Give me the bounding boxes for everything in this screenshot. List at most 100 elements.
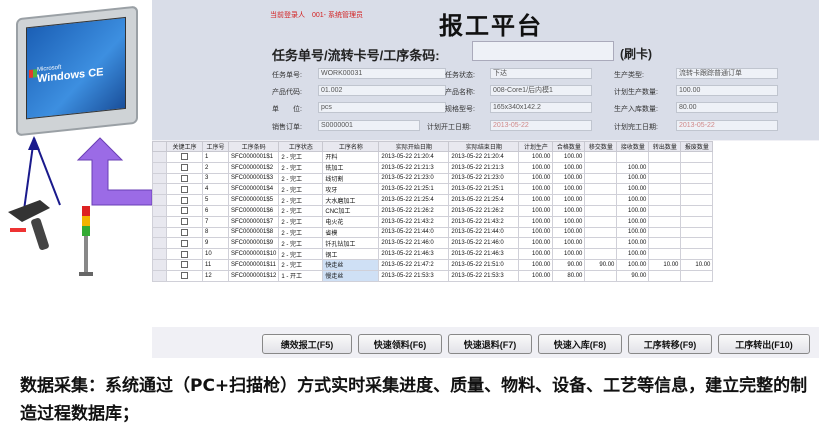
key-process-checkbox-cell[interactable] bbox=[166, 248, 203, 260]
key-process-checkbox-cell[interactable] bbox=[166, 258, 203, 271]
key-process-checkbox[interactable] bbox=[181, 207, 188, 215]
planned-qty-field[interactable]: 100.00 bbox=[676, 85, 778, 96]
connection-illustration bbox=[8, 136, 152, 276]
table-cell: 80.00 bbox=[552, 269, 586, 282]
column-header[interactable]: 工序号 bbox=[202, 141, 229, 152]
column-header[interactable]: 工序状态 bbox=[278, 141, 324, 152]
table-cell: 2 bbox=[202, 161, 229, 174]
table-cell bbox=[648, 248, 682, 260]
table-cell: 100.00 bbox=[616, 258, 650, 271]
key-process-checkbox-cell[interactable] bbox=[166, 172, 203, 185]
key-process-checkbox[interactable] bbox=[181, 196, 188, 204]
quick-stock-in-button[interactable]: 快速入库(F8) bbox=[538, 334, 622, 354]
row-header[interactable] bbox=[152, 237, 167, 250]
key-process-checkbox-cell[interactable] bbox=[166, 237, 203, 250]
row-header[interactable] bbox=[152, 269, 167, 282]
table-cell: 慢走丝 bbox=[322, 269, 380, 282]
key-process-checkbox-cell[interactable] bbox=[166, 269, 203, 282]
table-cell: 2 - 完工 bbox=[278, 151, 324, 163]
table-row[interactable]: 12 SFC0000001$12 1 - 开工 慢走丝 2013-05-22 21:53… bbox=[152, 269, 714, 282]
key-process-checkbox[interactable] bbox=[181, 239, 188, 247]
unit-field[interactable]: pcs bbox=[318, 102, 446, 113]
column-header[interactable]: 合格数量 bbox=[552, 141, 586, 152]
column-header[interactable]: 计划生产 bbox=[518, 141, 554, 152]
task-no-field[interactable]: WORK00031 bbox=[318, 68, 446, 79]
table-cell: 100.00 bbox=[552, 248, 586, 260]
key-process-checkbox-cell[interactable] bbox=[166, 161, 203, 174]
scan-input[interactable] bbox=[472, 41, 614, 61]
quick-return-button[interactable]: 快速退料(F7) bbox=[448, 334, 532, 354]
column-header[interactable]: 转出数量 bbox=[648, 141, 682, 152]
product-code-field[interactable]: 01.002 bbox=[318, 85, 446, 96]
row-header[interactable] bbox=[152, 226, 167, 239]
table-row[interactable]: 5 SFC0000001$5 2 - 完工 大水磨加工 2013-05-22 21:25… bbox=[152, 194, 714, 206]
key-process-checkbox-cell[interactable] bbox=[166, 194, 203, 206]
planned-end-field[interactable]: 2013-05-22 bbox=[676, 120, 778, 131]
key-process-checkbox[interactable] bbox=[181, 250, 188, 258]
table-cell: 100.00 bbox=[552, 215, 586, 228]
table-row[interactable]: 4 SFC0000001$4 2 - 完工 攻牙 2013-05-22 21:25:1 2… bbox=[152, 183, 714, 196]
table-row[interactable]: 10 SFC0000001$10 2 - 完工 钢工 2013-05-22 21:46:… bbox=[152, 248, 714, 260]
key-process-checkbox[interactable] bbox=[181, 228, 188, 236]
table-cell: 1 bbox=[202, 151, 229, 163]
key-process-checkbox-cell[interactable] bbox=[166, 226, 203, 239]
column-header[interactable]: 工序名称 bbox=[322, 141, 380, 152]
row-header[interactable] bbox=[152, 194, 167, 206]
column-header[interactable]: 工序条码 bbox=[227, 141, 280, 152]
key-process-checkbox[interactable] bbox=[181, 164, 188, 172]
column-header[interactable]: 实际结束日期 bbox=[448, 141, 520, 152]
process-out-button[interactable]: 工序转出(F10) bbox=[718, 334, 810, 354]
table-cell bbox=[584, 269, 618, 282]
table-row[interactable]: 9 SFC0000001$9 2 - 完工 钎孔钻加工 2013-05-22 21:46… bbox=[152, 237, 714, 250]
table-row[interactable]: 6 SFC0000001$6 2 - 完工 CNC加工 2013-05-22 21:26… bbox=[152, 204, 714, 217]
key-process-checkbox-cell[interactable] bbox=[166, 151, 203, 163]
row-header[interactable] bbox=[152, 215, 167, 228]
key-process-checkbox[interactable] bbox=[181, 272, 188, 280]
row-header[interactable] bbox=[152, 204, 167, 217]
key-process-checkbox-cell[interactable] bbox=[166, 183, 203, 196]
column-header[interactable]: 报废数量 bbox=[680, 141, 714, 152]
row-header[interactable] bbox=[152, 258, 167, 271]
table-row[interactable]: 3 SFC0000001$3 2 - 完工 线切割 2013-05-22 21:23:0… bbox=[152, 172, 714, 185]
field-label: 产品名称: bbox=[445, 89, 475, 96]
row-header[interactable] bbox=[152, 248, 167, 260]
quick-pick-button[interactable]: 快速领料(F6) bbox=[358, 334, 442, 354]
production-type-field[interactable]: 流转卡跟踪普通订单 bbox=[676, 68, 778, 79]
row-header[interactable] bbox=[152, 151, 167, 163]
table-row[interactable]: 11 SFC0000001$11 2 - 完工 快走丝 2013-05-22 21:47… bbox=[152, 258, 714, 271]
key-process-checkbox-cell[interactable] bbox=[166, 204, 203, 217]
row-header[interactable] bbox=[152, 172, 167, 185]
task-status-field[interactable]: 下达 bbox=[490, 68, 592, 79]
spec-field[interactable]: 165x340x142.2 bbox=[490, 102, 592, 113]
column-header[interactable]: 实际开始日期 bbox=[378, 141, 450, 152]
table-row[interactable]: 1 SFC0000001$1 2 - 完工 开料 2013-05-22 21:20:4 2… bbox=[152, 151, 714, 163]
key-process-checkbox[interactable] bbox=[181, 218, 188, 226]
key-process-checkbox[interactable] bbox=[181, 261, 188, 269]
product-name-field[interactable]: 008-Core1/后内模1 bbox=[490, 85, 592, 96]
table-cell: 100.00 bbox=[616, 226, 650, 239]
table-row[interactable]: 7 SFC0000001$7 2 - 完工 电火花 2013-05-22 21:43:2… bbox=[152, 215, 714, 228]
table-row[interactable]: 2 SFC0000001$2 2 - 完工 铣加工 2013-05-22 21:21:3… bbox=[152, 161, 714, 174]
key-process-checkbox[interactable] bbox=[181, 185, 188, 193]
table-cell: 2 - 完工 bbox=[278, 194, 324, 206]
column-header[interactable]: 移交数量 bbox=[584, 141, 618, 152]
key-process-checkbox[interactable] bbox=[181, 153, 188, 161]
planned-start-field[interactable]: 2013-05-22 bbox=[490, 120, 592, 131]
table-cell: 10.00 bbox=[648, 258, 682, 271]
table-cell: 90.00 bbox=[616, 269, 650, 282]
table-row[interactable]: 8 SFC0000001$8 2 - 完工 省模 2013-05-22 21:44:0 2… bbox=[152, 226, 714, 239]
table-cell bbox=[584, 215, 618, 228]
table-cell: 2013-05-22 21:46:3 bbox=[378, 248, 450, 260]
column-header[interactable]: 接收数量 bbox=[616, 141, 650, 152]
row-header[interactable] bbox=[152, 161, 167, 174]
process-transfer-button[interactable]: 工序转移(F9) bbox=[628, 334, 712, 354]
key-process-checkbox[interactable] bbox=[181, 174, 188, 182]
column-header[interactable]: 关键工序 bbox=[166, 141, 203, 152]
sales-order-field[interactable]: S0000001 bbox=[318, 120, 420, 131]
field-label: 计划完工日期: bbox=[614, 124, 658, 131]
key-process-checkbox-cell[interactable] bbox=[166, 215, 203, 228]
caption-text: 数据采集：系统通过（PC+扫描枪）方式实时采集进度、质量、物料、设备、工艺等信息… bbox=[20, 376, 808, 424]
row-header[interactable] bbox=[152, 183, 167, 196]
stock-in-qty-field[interactable]: 80.00 bbox=[676, 102, 778, 113]
performance-report-button[interactable]: 绩效报工(F5) bbox=[262, 334, 352, 354]
